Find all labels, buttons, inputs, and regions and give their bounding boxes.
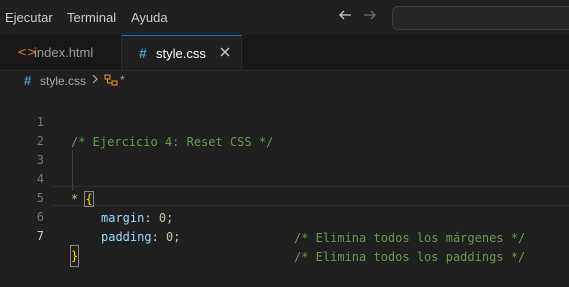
code-editor[interactable]: 1 /* Ejercicio 4: Reset CSS */ 2 3 4 * {… — [0, 92, 569, 272]
breadcrumb: # style.css * — [0, 71, 569, 91]
close-icon[interactable] — [218, 45, 232, 62]
tab-index-html[interactable]: <> index.html — [0, 35, 122, 70]
declaration: padding: 0; — [101, 227, 181, 247]
tab-label: style.css — [156, 46, 206, 61]
close-brace: } — [69, 245, 80, 267]
menu-ayuda[interactable]: Ayuda — [131, 10, 168, 25]
code-line: 4 * { — [0, 149, 569, 207]
symbol-structure-icon — [104, 73, 118, 90]
tab-bar: <> index.html # style.css — [0, 35, 569, 71]
line-number: 7 — [36, 229, 44, 243]
property: padding — [101, 230, 152, 244]
code-line: 7 } — [0, 206, 569, 267]
arrow-left-icon[interactable] — [337, 7, 353, 28]
code-line: 2 — [0, 111, 569, 148]
comment: /* Elimina todos los márgenes */ — [294, 231, 526, 245]
breadcrumb-file[interactable]: style.css — [40, 74, 86, 88]
command-center-search[interactable] — [392, 6, 569, 30]
css-file-icon: # — [24, 73, 32, 88]
comment: /* Elimina todos los paddings */ — [294, 250, 526, 264]
breadcrumb-symbol[interactable]: * — [120, 73, 125, 87]
code-line: 5 margin: 0; /* Elimina todos los márgen… — [0, 168, 569, 245]
code-line: 1 /* Ejercicio 4: Reset CSS */ — [0, 92, 569, 149]
css-file-icon: # — [139, 45, 147, 61]
arrow-right-icon[interactable] — [362, 7, 378, 28]
menu-terminal[interactable]: Terminal — [67, 10, 116, 25]
colon: : — [151, 230, 159, 244]
tab-style-css[interactable]: # style.css — [122, 35, 242, 70]
menu-ejecutar[interactable]: Ejecutar — [5, 10, 53, 25]
title-bar: Ejecutar Terminal Ayuda — [0, 0, 569, 36]
tab-label: index.html — [34, 45, 94, 60]
code-line: 3 — [0, 130, 569, 167]
semicolon: ; — [173, 230, 181, 244]
code-line: 6 padding: 0; /* Elimina todos los paddi… — [0, 187, 569, 264]
chevron-right-icon — [90, 72, 100, 89]
